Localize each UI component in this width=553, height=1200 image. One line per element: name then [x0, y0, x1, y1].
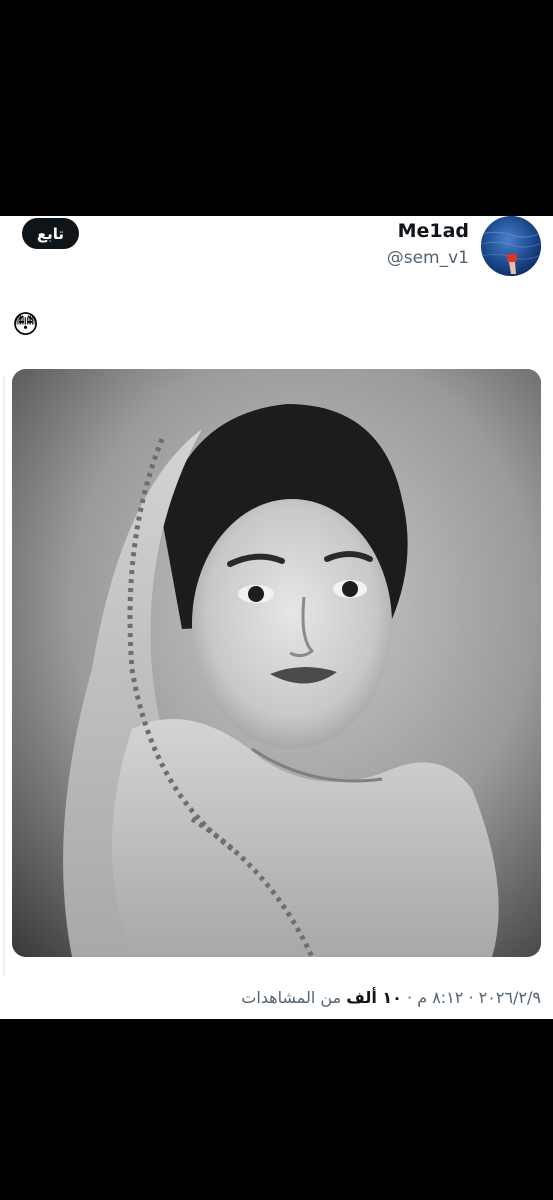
- views-count: ١٠ ألف: [346, 988, 402, 1007]
- tweet-media[interactable]: [12, 369, 541, 957]
- meta-separator-2: ·: [407, 988, 413, 1007]
- author-avatar[interactable]: [481, 216, 541, 276]
- photo-icon: [12, 369, 541, 957]
- views-label: من المشاهدات: [241, 988, 342, 1007]
- card-edge: [3, 376, 5, 976]
- author-handle[interactable]: @sem_v1: [387, 248, 469, 268]
- tweet-date[interactable]: ٢٠٢٦/٢/٩: [479, 988, 541, 1007]
- author-display-name[interactable]: Me1ad: [398, 220, 469, 242]
- tweet-header: Me1ad @sem_v1 تابع: [0, 216, 553, 286]
- tweet-time[interactable]: ٨:١٢ م: [417, 988, 463, 1007]
- tweet-text: 😳: [12, 310, 40, 340]
- tweet-meta: ٢٠٢٦/٢/٩ · ٨:١٢ م · ١٠ ألف من المشاهدات: [241, 988, 541, 1007]
- screen: Me1ad @sem_v1 تابع 😳 ٢٠٢٦/٢/٩ · ٨:١٢ م ·…: [0, 0, 553, 1200]
- meta-separator: ·: [468, 988, 474, 1007]
- follow-button[interactable]: تابع: [22, 218, 79, 249]
- tweet-card[interactable]: Me1ad @sem_v1 تابع 😳 ٢٠٢٦/٢/٩ · ٨:١٢ م ·…: [0, 216, 553, 1019]
- avatar-ocean-photo: [481, 216, 541, 276]
